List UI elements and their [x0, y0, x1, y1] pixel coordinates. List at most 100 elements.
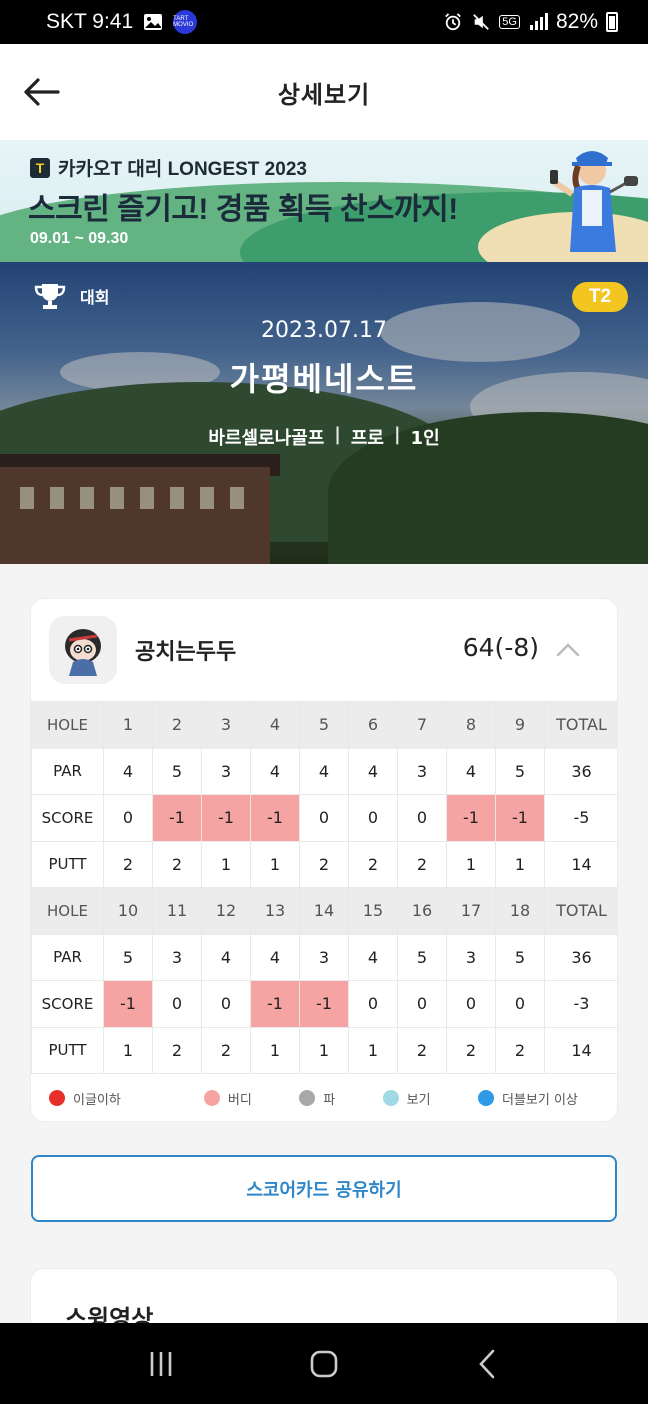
hole-row: HOLE 1 2 3 4 5 6 7 8 9 TOTAL — [31, 701, 617, 749]
chevron-up-icon — [556, 643, 580, 657]
hole-cell: 1 — [103, 701, 153, 749]
hole-cell: 17 — [446, 887, 496, 935]
putt-cell: 2 — [299, 840, 349, 888]
score-cell: -1 — [152, 794, 202, 842]
hole-cell: 8 — [446, 701, 496, 749]
hole-row: HOLE 10 11 12 13 14 15 16 17 18 TOTAL — [31, 887, 617, 935]
par-cell: 3 — [397, 747, 447, 795]
par-cell: 5 — [152, 747, 202, 795]
nav-back-button[interactable] — [457, 1334, 517, 1394]
score-row: SCORE 0 -1 -1 -1 0 0 0 -1 -1 -5 — [31, 794, 617, 842]
status-bar: SKT 9:41 TART MOVIO 5G 82% — [0, 0, 648, 44]
recent-apps-button[interactable] — [131, 1334, 191, 1394]
par-cell: 5 — [495, 747, 545, 795]
par-cell: 4 — [299, 747, 349, 795]
player-name: 공치는두두 — [135, 640, 237, 665]
score-cell: 0 — [348, 794, 398, 842]
legend-label: 더블보기 이상 — [501, 1092, 578, 1108]
par-cell: 4 — [348, 747, 398, 795]
hole-cell: 7 — [397, 701, 447, 749]
carrier-time: SKT 9:41 — [46, 10, 134, 33]
hole-cell: 13 — [250, 887, 300, 935]
putt-row-label: PUTT — [31, 1026, 104, 1074]
putt-total-cell: 14 — [544, 840, 617, 888]
putt-row-label: PUTT — [31, 840, 104, 888]
legend-dot-icon — [203, 1090, 220, 1106]
par-row: PAR 4 5 3 4 4 4 3 4 5 36 — [31, 747, 617, 795]
page-title: 상세보기 — [277, 80, 371, 109]
score-cell: -1 — [299, 980, 349, 1028]
hole-total-cell: TOTAL — [544, 887, 617, 935]
par-cell: 3 — [446, 933, 496, 981]
score-cell: 0 — [348, 980, 398, 1028]
hole-cell: 2 — [152, 701, 202, 749]
par-cell: 5 — [103, 933, 153, 981]
round-category: 대회 — [34, 282, 109, 310]
course-name: 가평베네스트 — [229, 360, 419, 398]
promo-banner[interactable]: T 카카오T 대리 LONGEST 2023 스크린 즐기고! 경품 획득 찬스… — [0, 140, 648, 262]
round-players: 1인 — [410, 428, 440, 449]
hole-cell: 4 — [250, 701, 300, 749]
legend-item: 버디 — [203, 1089, 299, 1108]
round-level: 프로 — [350, 428, 384, 449]
character-avatar-icon — [65, 629, 101, 676]
hole-cell: 6 — [348, 701, 398, 749]
status-left: SKT 9:41 TART MOVIO — [46, 10, 198, 34]
app-header: 상세보기 — [0, 44, 648, 140]
score-row-label: SCORE — [31, 980, 104, 1028]
hole-cell: 16 — [397, 887, 447, 935]
trophy-icon — [34, 284, 66, 309]
battery-icon — [606, 12, 618, 32]
putt-cell: 2 — [446, 1026, 496, 1074]
score-cell: 0 — [446, 980, 496, 1028]
putt-cell: 1 — [250, 1026, 300, 1074]
putt-cell: 2 — [103, 840, 153, 888]
home-button[interactable] — [294, 1334, 354, 1394]
scorecard-header[interactable]: 공치는두두 64(-8) — [31, 599, 617, 701]
banner-headline: 스크린 즐기고! 경품 획득 찬스까지! — [28, 193, 458, 226]
score-cell: 0 — [103, 794, 153, 842]
hole-cell: 10 — [103, 887, 153, 935]
round-meta: 바르셀로나골프 | 프로 | 1인 — [0, 424, 648, 450]
legend-dot-icon — [477, 1090, 494, 1106]
hole-row-label: HOLE — [31, 701, 104, 749]
hole-row-label: HOLE — [31, 887, 104, 935]
hole-cell: 15 — [348, 887, 398, 935]
hole-total-cell: TOTAL — [544, 701, 617, 749]
legend-label: 파 — [323, 1092, 336, 1108]
putt-cell: 2 — [201, 1026, 251, 1074]
legend-label: 이글이하 — [73, 1092, 121, 1108]
score-total-cell: -5 — [544, 794, 617, 842]
score-legend: 이글이하 버디 파 보기 더블보기 이상 — [31, 1074, 617, 1121]
meta-divider: | — [393, 424, 401, 445]
share-scorecard-button[interactable]: 스코어카드 공유하기 — [31, 1155, 617, 1222]
hole-cell: 12 — [201, 887, 251, 935]
banner-brand: 카카오T 대리 LONGEST 2023 — [58, 159, 307, 180]
total-score: 64(-8) — [462, 633, 539, 662]
golfer-illustration — [550, 151, 638, 252]
par-cell: 5 — [495, 933, 545, 981]
hole-cell: 18 — [495, 887, 545, 935]
collapse-button[interactable] — [553, 635, 583, 665]
back-button[interactable] — [22, 74, 62, 110]
gallery-icon — [144, 14, 163, 30]
hole-cell: 5 — [299, 701, 349, 749]
hole-cell: 9 — [495, 701, 545, 749]
par-cell: 3 — [201, 747, 251, 795]
hole-cell: 11 — [152, 887, 202, 935]
arrow-left-icon — [24, 78, 60, 106]
putt-cell: 1 — [446, 840, 496, 888]
putt-cell: 2 — [348, 840, 398, 888]
score-cell: -1 — [250, 980, 300, 1028]
score-cell: 0 — [152, 980, 202, 1028]
banner-brand-line: T 카카오T 대리 LONGEST 2023 — [30, 154, 307, 181]
legend-item: 보기 — [382, 1089, 478, 1108]
nav-back-icon — [478, 1349, 494, 1378]
hole-cell: 14 — [299, 887, 349, 935]
round-category-label: 대회 — [80, 288, 110, 307]
network-type-icon: 5G — [499, 15, 520, 29]
par-row: PAR 5 3 4 4 3 4 5 3 5 36 — [31, 933, 617, 981]
legend-dot-icon — [382, 1090, 399, 1106]
par-total-cell: 36 — [544, 933, 617, 981]
alarm-icon — [445, 13, 462, 31]
